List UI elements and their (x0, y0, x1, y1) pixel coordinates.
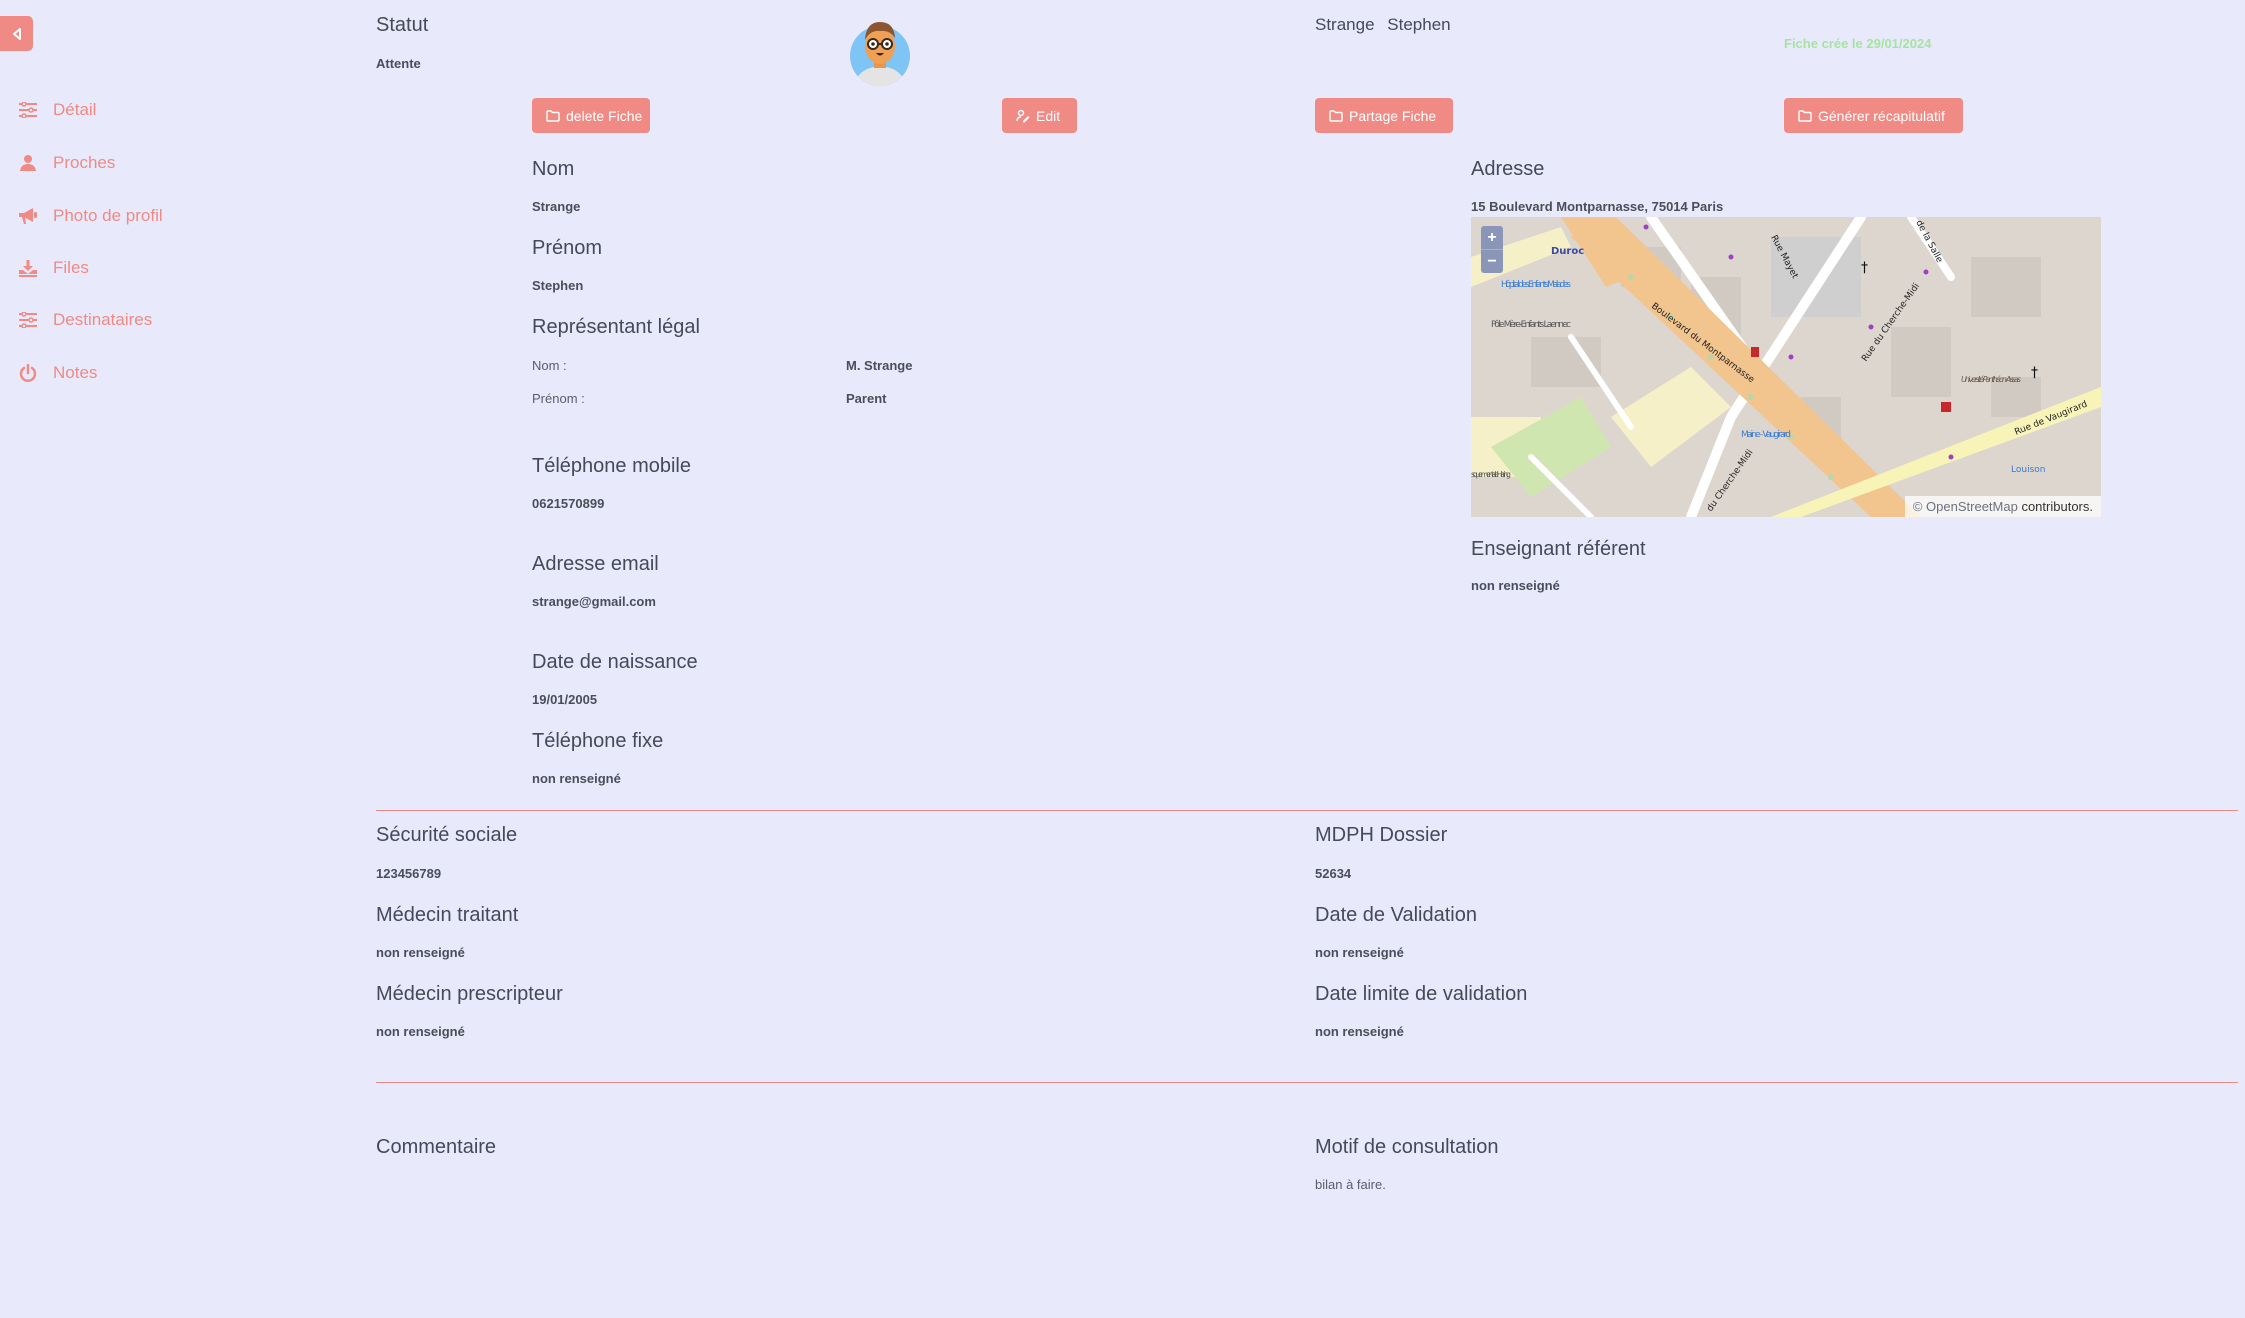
sidebar-toggle-button[interactable] (0, 16, 33, 51)
motif-value: bilan à faire. (1315, 1177, 1386, 1192)
sidebar-item-files[interactable]: Files (18, 255, 89, 281)
map-attribution-suffix: contributors. (2021, 499, 2093, 514)
map-label-haring: sque mentale Haring (1471, 470, 1511, 479)
email-label: Adresse email (532, 553, 659, 575)
map-zoom-controls: + − (1481, 226, 1503, 273)
representant-prenom-label: Prénom : (532, 391, 585, 406)
mobile-value: 0621570899 (532, 496, 605, 511)
megaphone-icon (18, 206, 38, 226)
address-value: 15 Boulevard Montparnasse, 75014 Paris (1471, 199, 1724, 214)
edit-label: Edit (1036, 107, 1061, 124)
section-divider (376, 1082, 2238, 1083)
sliders-icon (18, 100, 38, 120)
medecin-traitant-value: non renseigné (376, 945, 465, 960)
share-fiche-button[interactable]: Partage Fiche (1315, 98, 1453, 133)
map-label-universite: Université Panthéon-Assas (1961, 374, 2021, 384)
validation-limit-value: non renseigné (1315, 1024, 1404, 1039)
nom-value: Strange (532, 199, 581, 214)
nom-label: Nom (532, 158, 575, 180)
representant-nom-value: M. Strange (846, 358, 913, 373)
power-icon (18, 363, 38, 383)
caret-left-icon (12, 27, 21, 40)
status-value: Attente (376, 56, 421, 71)
patient-first-name: Stephen (1387, 15, 1451, 34)
sidebar-item-label: Photo de profil (53, 206, 163, 225)
sliders-icon (18, 310, 38, 330)
map-label-louison: Louison (2011, 465, 2045, 475)
map-attribution-prefix: © (1912, 499, 1923, 514)
sidebar-item-photo-de-profil[interactable]: Photo de profil (18, 203, 163, 229)
sidebar-item-label: Notes (53, 363, 98, 382)
status-title: Statut (376, 14, 429, 36)
section-divider (376, 810, 2238, 811)
email-value: strange@gmail.com (532, 594, 656, 609)
securite-sociale-label: Sécurité sociale (376, 824, 518, 846)
mobile-label: Téléphone mobile (532, 455, 691, 477)
validation-date-value: non renseigné (1315, 945, 1404, 960)
map-attribution: © OpenStreetMap contributors. (1904, 496, 2101, 517)
user-edit-icon (1016, 109, 1030, 122)
mdph-label: MDPH Dossier (1315, 824, 1448, 846)
medecin-prescripteur-value: non renseigné (376, 1024, 465, 1039)
map-label-maine: Maine - Vaugirard (1741, 430, 1791, 440)
medecin-traitant-label: Médecin traitant (376, 904, 519, 926)
delete-fiche-label: delete Fiche (566, 107, 643, 124)
representant-label: Représentant légal (532, 316, 700, 338)
comment-label: Commentaire (376, 1136, 497, 1158)
avatar (846, 18, 914, 88)
svg-text:†: † (2031, 365, 2038, 381)
sidebar-item-label: Détail (53, 100, 97, 119)
generate-summary-label: Générer récapitulatif (1818, 107, 1945, 124)
representant-prenom-value: Parent (846, 391, 887, 406)
openstreetmap-link[interactable]: OpenStreetMap (1926, 499, 2018, 514)
birthdate-value: 19/01/2005 (532, 692, 598, 707)
sidebar-item-destinataires[interactable]: Destinataires (18, 307, 152, 333)
sidebar-item-label: Proches (53, 153, 116, 172)
map-label-hopital: Hôpital des Enfants Malades (1501, 279, 1571, 290)
download-tray-icon (18, 258, 38, 278)
landline-value: non renseigné (532, 771, 621, 786)
sidebar-item-notes[interactable]: Notes (18, 360, 97, 386)
validation-limit-label: Date limite de validation (1315, 983, 1528, 1005)
teacher-value: non renseigné (1471, 578, 1560, 593)
folder-icon (546, 109, 560, 122)
sidebar-item-label: Destinataires (53, 310, 153, 329)
folder-icon (1329, 109, 1343, 122)
edit-button[interactable]: Edit (1002, 98, 1077, 133)
representant-nom-label: Nom : (532, 358, 567, 373)
address-map[interactable]: † † Duroc Hôpital des Enfants Malades Pô… (1471, 217, 2101, 517)
map-label-pole: Pôle Mère-Enfants Laennec (1491, 319, 1571, 330)
securite-sociale-value: 123456789 (376, 866, 442, 881)
share-fiche-label: Partage Fiche (1349, 107, 1437, 124)
landline-label: Téléphone fixe (532, 730, 664, 752)
sidebar-item-label: Files (53, 258, 89, 277)
map-zoom-out-button[interactable]: − (1481, 249, 1503, 273)
validation-date-label: Date de Validation (1315, 904, 1477, 926)
map-tiles: † † Duroc Hôpital des Enfants Malades Pô… (1471, 217, 2101, 517)
prenom-value: Stephen (532, 278, 584, 293)
created-date: Fiche crée le 29/01/2024 (1784, 36, 1932, 51)
mdph-value: 52634 (1315, 866, 1352, 881)
prenom-label: Prénom (532, 237, 603, 259)
patient-name: Strange Stephen (1315, 15, 1451, 35)
map-zoom-in-button[interactable]: + (1481, 226, 1503, 249)
address-label: Adresse (1471, 158, 1545, 180)
medecin-prescripteur-label: Médecin prescripteur (376, 983, 563, 1005)
motif-label: Motif de consultation (1315, 1136, 1499, 1158)
delete-fiche-button[interactable]: delete Fiche (532, 98, 650, 133)
patient-last-name: Strange (1315, 15, 1375, 34)
svg-text:†: † (1861, 260, 1868, 276)
teacher-label: Enseignant référent (1471, 538, 1646, 560)
generate-summary-button[interactable]: Générer récapitulatif (1784, 98, 1963, 133)
folder-icon (1798, 109, 1812, 122)
sidebar-item-detail[interactable]: Détail (18, 97, 96, 123)
birthdate-label: Date de naissance (532, 651, 698, 673)
sidebar-item-proches[interactable]: Proches (18, 150, 115, 176)
map-label-duroc: Duroc (1551, 246, 1584, 257)
user-icon (18, 153, 38, 173)
